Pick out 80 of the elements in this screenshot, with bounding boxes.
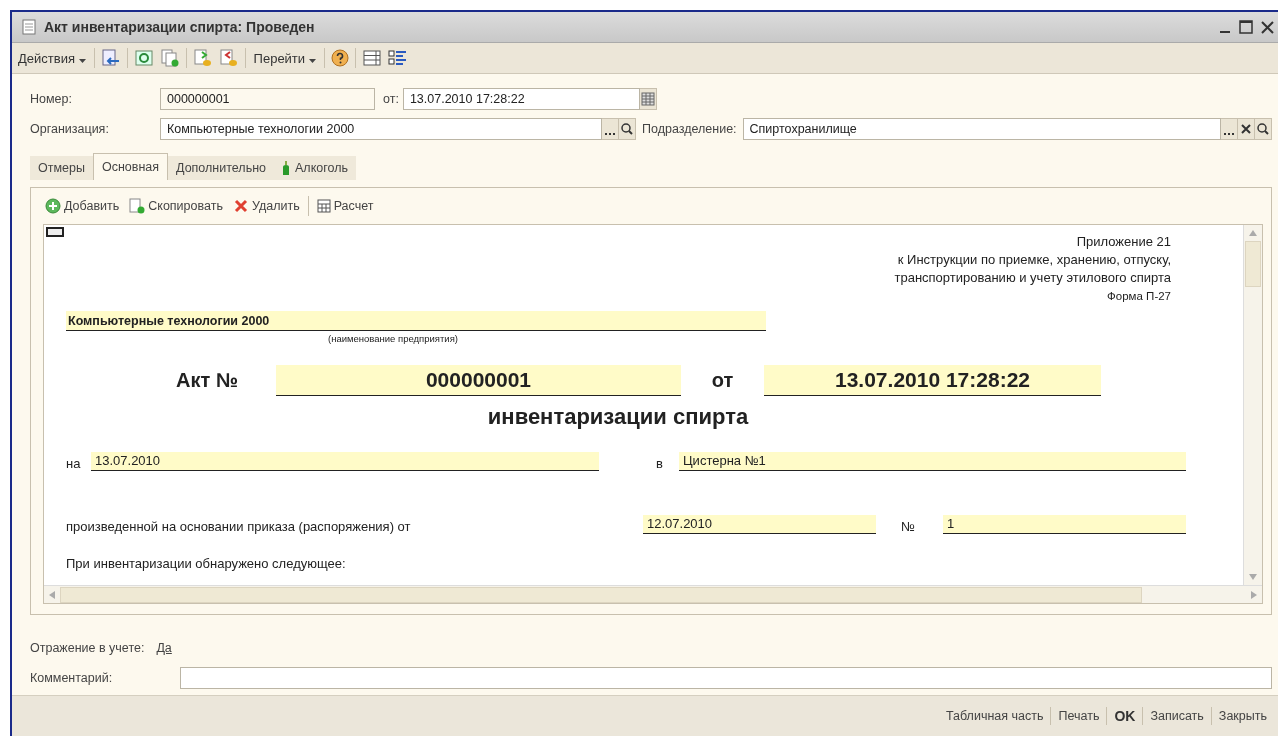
tab[interactable]: Отмеры [30, 156, 93, 180]
tab[interactable]: Алкоголь [274, 156, 356, 180]
document-coins-icon[interactable] [192, 49, 213, 67]
department-field[interactable]: Спиртохранилище [742, 118, 1221, 140]
date-field: 13.07.2010 [91, 452, 599, 471]
appendix-line: Форма П-27 [1106, 289, 1171, 304]
right-arrow-icon [1251, 590, 1257, 599]
goto-menu[interactable]: Перейти [251, 50, 318, 66]
up-arrow-icon [1249, 230, 1257, 236]
field-caption: (наименование предприятия) [328, 333, 459, 344]
document-coins-icon[interactable] [218, 49, 239, 67]
left-arrow-icon [49, 590, 55, 599]
comment-label: Комментарий: [30, 671, 114, 685]
refresh-icon[interactable] [133, 49, 154, 67]
tab[interactable]: Основная [92, 153, 169, 180]
footer-button[interactable]: Записать [1143, 709, 1211, 723]
act-number-field: 000000001 [276, 365, 681, 396]
plus-circle-icon [45, 198, 61, 214]
caret-icon [308, 58, 316, 63]
clear-icon[interactable] [1238, 118, 1255, 140]
help-icon[interactable] [330, 49, 349, 67]
caret-icon [78, 58, 86, 63]
toolbar-button[interactable]: Добавить [43, 198, 122, 214]
document-title: инвентаризации спирта [486, 404, 750, 430]
document-icon [22, 19, 36, 35]
comment-field[interactable] [180, 667, 1272, 689]
inventory-text: При инвентаризации обнаружено следующее: [66, 556, 347, 571]
footer-button[interactable]: Печать [1051, 709, 1107, 723]
in-label: в [656, 456, 664, 471]
date-label: от: [382, 92, 400, 106]
search-icon[interactable] [619, 118, 636, 140]
document-arrow-icon[interactable] [100, 49, 121, 67]
down-arrow-icon [1249, 574, 1257, 580]
more-icon[interactable] [602, 118, 619, 140]
date-label: от [710, 369, 735, 393]
search-icon[interactable] [1255, 118, 1272, 140]
department-label: Подразделение: [641, 122, 738, 136]
number-field[interactable]: 000000001 [160, 88, 375, 110]
appendix-line: Приложение 21 [1075, 233, 1171, 251]
more-icon[interactable] [1221, 118, 1238, 140]
list-rows-icon[interactable] [361, 49, 382, 67]
delete-icon [232, 198, 249, 214]
place-field: Цистерна №1 [679, 452, 1186, 471]
appendix-line: к Инструкции по приемке, хранению, отпуску, [896, 251, 1171, 269]
copy-document-icon [129, 198, 146, 214]
act-label: Акт № [176, 369, 240, 393]
accounting-label: Отражение в учете: [30, 641, 145, 655]
organization-label: Организация: [30, 122, 110, 136]
on-label: на [66, 456, 82, 471]
tab[interactable]: Дополнительно [168, 156, 274, 180]
footer-button[interactable]: Табличная часть [939, 709, 1051, 723]
vertical-scrollbar[interactable] [1243, 225, 1262, 585]
scrollbar-thumb[interactable] [1245, 241, 1261, 287]
order-date-field: 12.07.2010 [643, 515, 876, 534]
toolbar-button[interactable]: Удалить [230, 198, 302, 214]
actions-menu[interactable]: Действия [16, 50, 88, 66]
footer-button[interactable]: OK [1107, 708, 1143, 724]
horizontal-scrollbar[interactable] [44, 585, 1262, 603]
accounting-link[interactable]: Да [156, 641, 172, 655]
toolbar-button[interactable]: Расчет [314, 199, 376, 213]
close-icon[interactable] [1261, 20, 1274, 34]
order-text: произведенной на основании приказа (распоряжения) от [66, 519, 412, 534]
footer-button[interactable]: Закрыть [1211, 709, 1274, 723]
scrollbar-thumb[interactable] [60, 586, 1142, 603]
checklist-icon[interactable] [387, 49, 408, 67]
enterprise-field: Компьютерные технологии 2000 [66, 311, 766, 331]
toolbar-button[interactable]: Скопировать [127, 198, 225, 214]
window-title: Акт инвентаризации спирта: Проведен [44, 19, 315, 35]
maximize-icon[interactable] [1239, 20, 1253, 34]
corner-marker-icon [46, 227, 64, 237]
appendix-line: транспортированию и учету этилового спирта [893, 269, 1171, 287]
number-sign-label: № [901, 519, 916, 534]
bottle-icon [282, 161, 290, 175]
calculator-icon [316, 199, 331, 213]
order-number-field: 1 [943, 515, 1186, 534]
organization-field[interactable]: Компьютерные технологии 2000 [160, 118, 602, 140]
number-label: Номер: [30, 92, 73, 106]
copy-document-icon[interactable] [159, 49, 180, 67]
date-field[interactable]: 13.07.2010 17:28:22 [402, 88, 640, 110]
act-date-field: 13.07.2010 17:28:22 [764, 365, 1101, 396]
